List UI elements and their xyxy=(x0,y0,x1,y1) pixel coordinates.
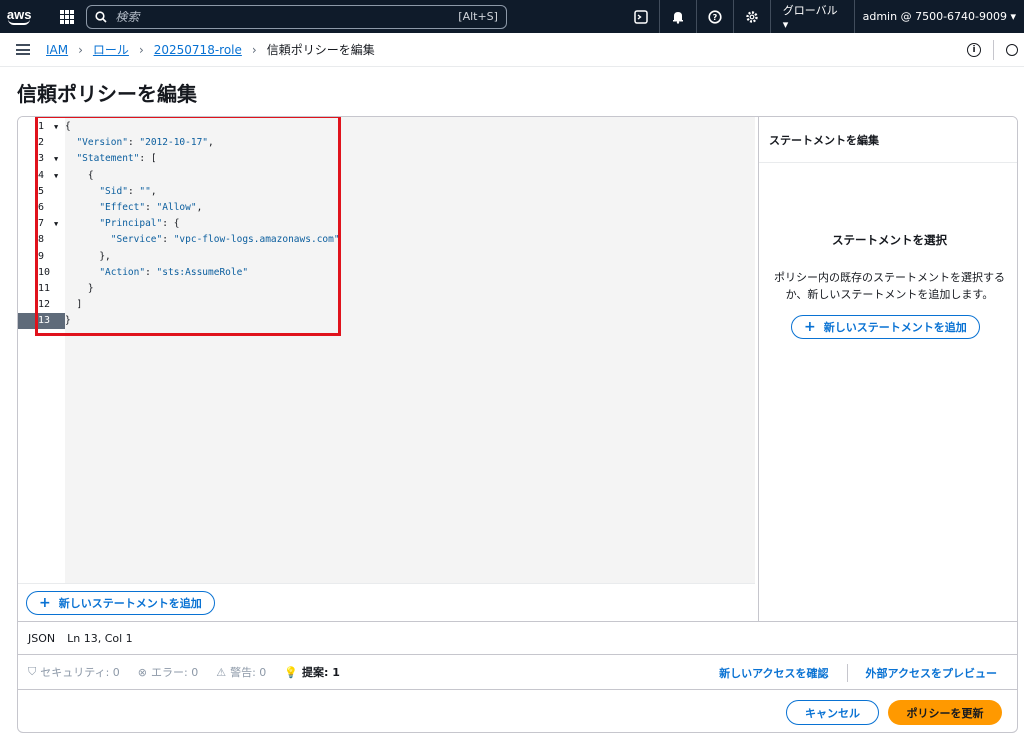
editor-footer: + 新しいステートメントを追加 xyxy=(18,583,755,621)
breadcrumb-iam[interactable]: IAM xyxy=(46,43,68,57)
aws-logo[interactable]: aws xyxy=(0,0,38,33)
code-line-active[interactable]: 13} xyxy=(18,313,755,330)
breadcrumb-bar: IAM › ロール › 20250718-role › 信頼ポリシーを編集 i xyxy=(0,33,1024,67)
chevron-right-icon: › xyxy=(138,42,144,57)
editor-status-bar: JSON Ln 13, Col 1 xyxy=(18,621,1017,654)
warning-check[interactable]: ⚠ 警告: 0 xyxy=(216,664,266,680)
bell-icon[interactable] xyxy=(660,0,697,33)
fold-icon: ▼ xyxy=(54,220,59,229)
code-line[interactable]: 9 }, xyxy=(18,249,755,265)
review-new-access-link[interactable]: 新しいアクセスを確認 xyxy=(719,665,828,681)
svg-text:?: ? xyxy=(712,13,717,22)
breadcrumb-roles[interactable]: ロール xyxy=(93,41,129,58)
error-icon: ⊗ xyxy=(137,665,148,679)
code-line[interactable]: 11 } xyxy=(18,281,755,297)
breadcrumb-role[interactable]: 20250718-role xyxy=(154,43,242,57)
policy-checks: ⛉ セキュリティ: 0 ⊗ エラー: 0 ⚠ 警告: 0 💡 提案: 1 新しいアクセス… xyxy=(18,654,1017,689)
chevron-right-icon: › xyxy=(251,42,257,57)
side-empty-description: ポリシー内の既存のステートメントを選択するか、新しいステートメントを追加します。 xyxy=(774,271,1005,301)
breadcrumb: IAM › ロール › 20250718-role › 信頼ポリシーを編集 xyxy=(46,41,375,58)
fold-icon: ▼ xyxy=(54,171,59,180)
preview-external-access-link[interactable]: 外部アクセスをプレビュー xyxy=(866,665,997,681)
cancel-button[interactable]: キャンセル xyxy=(786,700,879,725)
add-statement-button[interactable]: + 新しいステートメントを追加 xyxy=(26,591,215,615)
statement-side-panel: ステートメントを編集 ステートメントを選択 ポリシー内の既存のステートメントを選… xyxy=(758,117,1017,621)
fold-icon: ▼ xyxy=(54,155,59,164)
top-navigation: aws 検索 [Alt+S] ? グローバル ▾ admin @ 7500-67… xyxy=(0,0,1024,33)
side-add-statement-button[interactable]: + 新しいステートメントを追加 xyxy=(791,315,980,339)
plus-icon: + xyxy=(39,595,51,611)
region-selector[interactable]: グローバル ▾ xyxy=(771,0,855,33)
code-line[interactable]: 7 ▼ "Principal": { xyxy=(18,216,755,232)
chevron-right-icon: › xyxy=(78,42,83,57)
update-policy-button[interactable]: ポリシーを更新 xyxy=(888,700,1002,725)
breadcrumb-current: 信頼ポリシーを編集 xyxy=(266,43,375,57)
cursor-position: Ln 13, Col 1 xyxy=(67,631,133,645)
policy-editor-panel: 1 ▼{ 2 "Version": "2012-10-17", 3 ▼ "State… xyxy=(17,116,1018,733)
code-lines[interactable]: 1 ▼{ 2 "Version": "2012-10-17", 3 ▼ "State… xyxy=(18,119,755,330)
cloudshell-icon[interactable] xyxy=(623,0,660,33)
code-line[interactable]: 6 "Effect": "Allow", xyxy=(18,200,755,216)
lightbulb-icon: 💡 xyxy=(284,665,298,679)
form-actions: キャンセル ポリシーを更新 xyxy=(18,689,1017,732)
menu-icon[interactable] xyxy=(16,44,30,55)
account-menu[interactable]: admin @ 7500-6740-9009 ▾ xyxy=(855,0,1024,33)
search-input[interactable]: 検索 [Alt+S] xyxy=(86,4,507,29)
plus-icon: + xyxy=(804,319,816,335)
editor-mode: JSON xyxy=(28,631,56,645)
search-icon xyxy=(95,10,107,23)
code-line[interactable]: 4 ▼ { xyxy=(18,168,755,184)
json-editor[interactable]: 1 ▼{ 2 "Version": "2012-10-17", 3 ▼ "State… xyxy=(18,117,755,583)
search-shortcut: [Alt+S] xyxy=(458,10,498,23)
info-icon[interactable]: i xyxy=(967,43,981,57)
error-check[interactable]: ⊗ エラー: 0 xyxy=(138,664,198,680)
page-title: 信頼ポリシーを編集 xyxy=(17,82,197,106)
recent-icon[interactable] xyxy=(1006,44,1018,56)
code-line[interactable]: 3 ▼ "Statement": [ xyxy=(18,151,755,167)
services-menu-icon[interactable] xyxy=(60,9,75,24)
code-line[interactable]: 8 "Service": "vpc-flow-logs.amazonaws.co… xyxy=(18,232,755,248)
side-panel-header: ステートメントを編集 xyxy=(759,117,1017,163)
code-line[interactable]: 1 ▼{ xyxy=(18,119,755,135)
code-line[interactable]: 12 ] xyxy=(18,297,755,313)
settings-icon[interactable] xyxy=(734,0,771,33)
help-icon[interactable]: ? xyxy=(697,0,734,33)
side-empty-title: ステートメントを選択 xyxy=(832,233,947,247)
search-placeholder: 検索 xyxy=(115,10,140,24)
warning-icon: ⚠ xyxy=(216,665,227,679)
suggestion-check[interactable]: 💡 提案: 1 xyxy=(284,664,340,680)
code-line[interactable]: 10 "Action": "sts:AssumeRole" xyxy=(18,265,755,281)
security-check[interactable]: ⛉ セキュリティ: 0 xyxy=(28,664,120,680)
fold-icon: ▼ xyxy=(54,123,59,131)
code-line[interactable]: 2 "Version": "2012-10-17", xyxy=(18,135,755,151)
shield-icon: ⛉ xyxy=(28,665,37,678)
code-line[interactable]: 💡5 "Sid": "", xyxy=(18,184,755,200)
